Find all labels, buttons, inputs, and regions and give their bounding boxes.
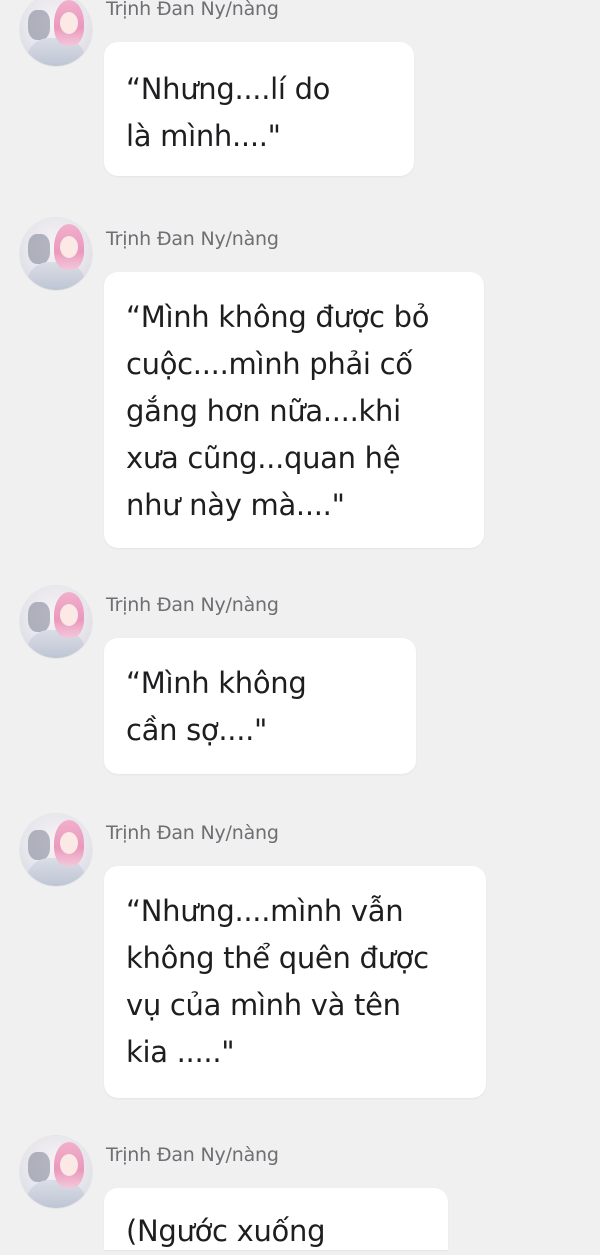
avatar[interactable] (20, 0, 92, 66)
avatar[interactable] (20, 586, 92, 658)
chat-conversation: Trịnh Đan Ny/nàng “Nhưng....lí do là mìn… (0, 0, 600, 1250)
avatar[interactable] (20, 1136, 92, 1208)
message-bubble[interactable]: “Nhưng....lí do là mình...." (104, 42, 414, 176)
message-text: “Mình không cần sợ...." (126, 666, 307, 747)
sender-name: Trịnh Đan Ny/nàng (106, 1144, 279, 1166)
message-text: (Ngước xuống (126, 1214, 326, 1248)
sender-name: Trịnh Đan Ny/nàng (106, 822, 279, 844)
sender-name: Trịnh Đan Ny/nàng (106, 594, 279, 616)
message-bubble[interactable]: “Mình không cần sợ...." (104, 638, 416, 774)
sender-name: Trịnh Đan Ny/nàng (106, 228, 279, 250)
message-bubble[interactable]: (Ngước xuống (104, 1188, 448, 1250)
avatar[interactable] (20, 218, 92, 290)
sender-name: Trịnh Đan Ny/nàng (106, 0, 279, 20)
message-text: “Mình không được bỏ cuộc....mình phải cố… (126, 300, 430, 522)
message-bubble[interactable]: “Nhưng....mình vẫn không thể quên được v… (104, 866, 486, 1098)
message-text: “Nhưng....lí do là mình...." (126, 72, 331, 153)
message-bubble[interactable]: “Mình không được bỏ cuộc....mình phải cố… (104, 272, 484, 548)
message-text: “Nhưng....mình vẫn không thể quên được v… (126, 894, 429, 1069)
avatar[interactable] (20, 814, 92, 886)
